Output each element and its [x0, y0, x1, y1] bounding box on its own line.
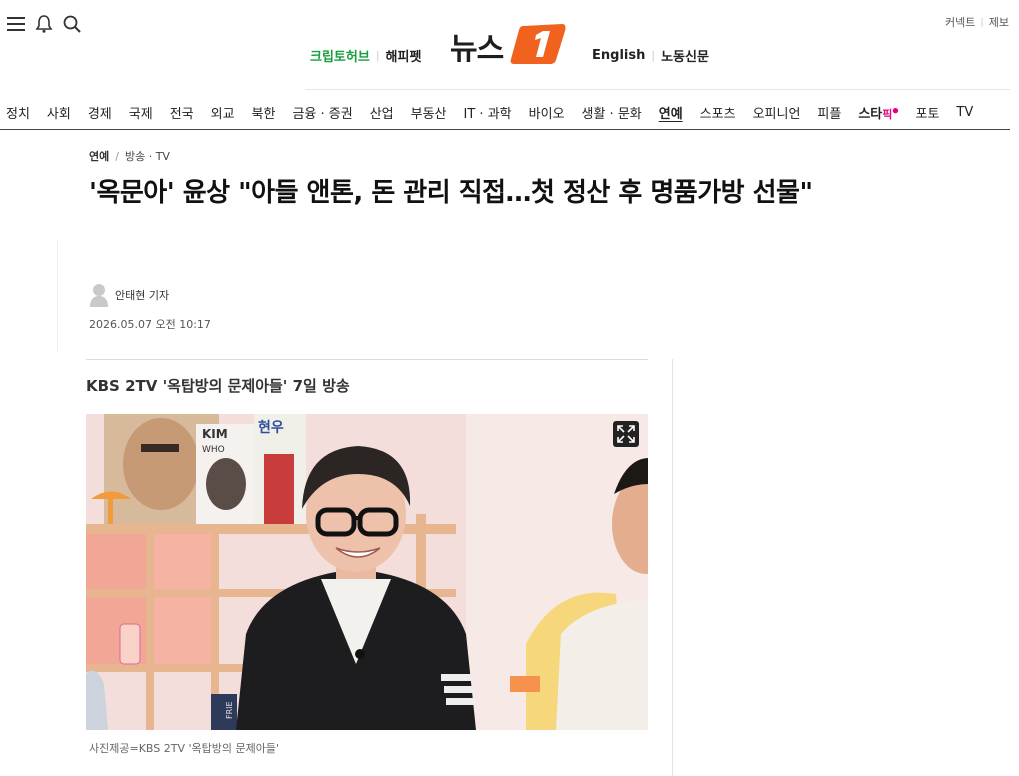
left-rule: [57, 240, 58, 352]
rodong-link[interactable]: 노동신문: [661, 46, 709, 65]
brand-name: 뉴스: [450, 32, 504, 67]
photo-illustration: KIM WHO 현우 FRIE: [86, 414, 648, 730]
sidebar-divider: [672, 359, 673, 776]
nav-item-photo[interactable]: 포토: [915, 103, 939, 122]
poster-text-name: 현우: [258, 420, 284, 436]
starpick-suffix: 픽: [882, 107, 893, 121]
reporter-name[interactable]: 안태현 기자: [115, 287, 169, 303]
photo-caption: 사진제공=KBS 2TV '옥탑방의 문제아들': [89, 742, 279, 755]
happypet-link[interactable]: 해피펫: [386, 46, 422, 65]
divider: |: [375, 49, 380, 62]
nav-item-bio[interactable]: 바이오: [529, 103, 565, 122]
divider: |: [651, 49, 656, 62]
nav-item-economy[interactable]: 경제: [88, 103, 112, 122]
connect-link[interactable]: 커넥트: [945, 14, 975, 30]
reporter-avatar-icon: [90, 284, 108, 307]
article-photo[interactable]: KIM WHO 현우 FRIE: [86, 414, 648, 730]
menu-icon[interactable]: [6, 14, 26, 34]
nav-item-entertainment[interactable]: 연예: [659, 103, 683, 122]
publish-timestamp: 2026.05.07 오전 10:17: [89, 318, 211, 331]
report-link[interactable]: 제보: [989, 14, 1009, 30]
nav-item-society[interactable]: 사회: [47, 103, 71, 122]
partner-links: 크립토허브 | 해피펫: [310, 46, 421, 65]
breadcrumb-category[interactable]: 연예: [89, 148, 109, 164]
main-nav: 정치 사회 경제 국제 전국 외교 북한 금융 · 증권 산업 부동산 IT ·…: [0, 96, 1010, 130]
book-spine-text: FRIE: [225, 701, 234, 719]
nav-item-politics[interactable]: 정치: [6, 103, 30, 122]
starpick-star-icon: ●: [892, 106, 899, 115]
article-subheadline: KBS 2TV '옥탑방의 문제아들' 7일 방송: [86, 377, 350, 395]
poster-text-top: KIM: [202, 427, 228, 441]
nav-item-opinion[interactable]: 오피니언: [753, 103, 801, 122]
cryptohub-link[interactable]: 크립토허브: [310, 46, 370, 65]
nav-item-real-estate[interactable]: 부동산: [411, 103, 447, 122]
nav-item-industry[interactable]: 산업: [370, 103, 394, 122]
utility-links: 커넥트 | 제보: [945, 14, 1009, 30]
breadcrumb-separator: /: [115, 149, 119, 163]
content-divider: [86, 359, 648, 360]
top-icons: [6, 14, 82, 34]
nav-item-starpick[interactable]: 스타픽●: [858, 103, 899, 122]
top-divider: [305, 89, 1010, 90]
nav-item-north-korea[interactable]: 북한: [252, 103, 276, 122]
nav-item-international[interactable]: 국제: [129, 103, 153, 122]
top-bar: 크립토허브 | 해피펫 뉴스 English | 노동신문 커넥트 | 제보: [0, 0, 1019, 88]
expand-photo-button[interactable]: [613, 421, 639, 447]
bell-icon[interactable]: [34, 14, 54, 34]
breadcrumb-subcategory[interactable]: 방송 · TV: [125, 148, 170, 164]
nav-item-people[interactable]: 피플: [817, 103, 841, 122]
news1-logo[interactable]: 뉴스: [450, 20, 566, 67]
byline: 안태현 기자: [89, 283, 169, 307]
divider: |: [980, 16, 984, 28]
starpick-label: 스타: [858, 106, 883, 122]
search-icon[interactable]: [62, 14, 82, 34]
language-links: English | 노동신문: [592, 46, 709, 65]
article-title: '옥문아' 윤상 "아들 앤톤, 돈 관리 직접…첫 정산 후 명품가방 선물": [89, 178, 813, 208]
nav-item-national[interactable]: 전국: [170, 103, 194, 122]
nav-item-diplomacy[interactable]: 외교: [211, 103, 235, 122]
fullscreen-icon: [617, 425, 635, 443]
nav-item-life-culture[interactable]: 생활 · 문화: [582, 103, 642, 122]
poster-text-sub: WHO: [202, 445, 225, 455]
brand-mark-icon: [510, 24, 566, 64]
nav-item-finance[interactable]: 금융 · 증권: [292, 103, 352, 122]
english-link[interactable]: English: [592, 48, 645, 63]
breadcrumb: 연예 / 방송 · TV: [89, 148, 170, 164]
nav-item-sports[interactable]: 스포츠: [700, 103, 736, 122]
nav-item-tv[interactable]: TV: [956, 105, 973, 120]
nav-item-it-science[interactable]: IT · 과학: [464, 103, 512, 122]
